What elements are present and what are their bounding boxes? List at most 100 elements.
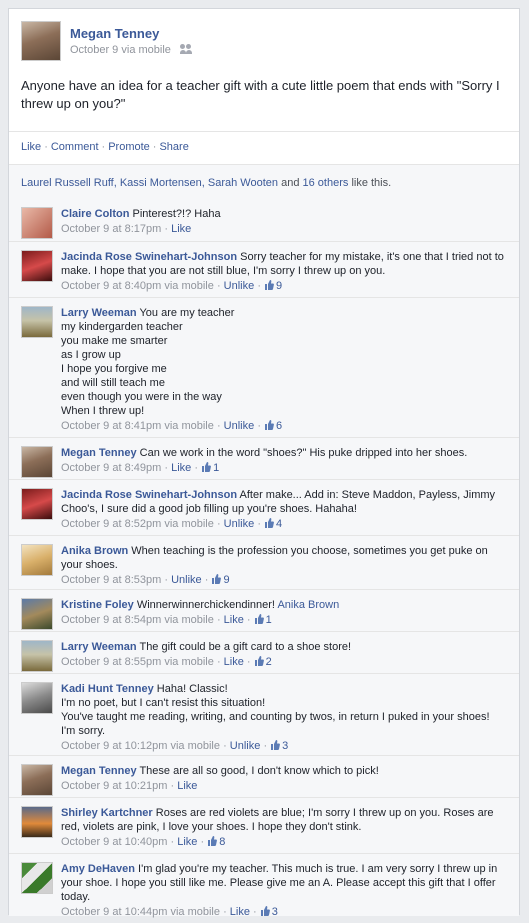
comment-time[interactable]: October 9 at 8:52pm xyxy=(61,518,161,530)
commenter-name[interactable]: Amy DeHaven xyxy=(61,863,135,875)
comment-time[interactable]: October 9 at 8:53pm xyxy=(61,574,161,586)
comment-text: Amy DeHaven I'm glad you're my teacher. … xyxy=(61,862,509,904)
separator: · xyxy=(101,141,106,153)
comment-time[interactable]: October 9 at 8:55pm xyxy=(61,656,161,668)
like-count: 9 xyxy=(276,280,283,292)
comment-like-count[interactable]: 1 xyxy=(254,614,272,626)
commenter-avatar[interactable] xyxy=(21,306,53,338)
comment-time[interactable]: October 9 at 8:54pm xyxy=(61,614,161,626)
post-date[interactable]: October 9 xyxy=(70,44,118,56)
comment-meta: October 9 at 10:44pm via mobile · Like ·… xyxy=(61,905,509,919)
comment-like-button[interactable]: Unlike xyxy=(171,574,202,586)
comment-via: via mobile xyxy=(164,614,214,626)
comment-body: Larry Weeman The gift could be a gift ca… xyxy=(61,640,509,669)
comment-like-button[interactable]: Like xyxy=(224,656,244,668)
commenter-avatar[interactable] xyxy=(21,640,53,672)
comment-like-count[interactable]: 2 xyxy=(254,656,272,668)
comment-like-count[interactable]: 1 xyxy=(201,462,219,474)
comment-content: Can we work in the word "shoes?" His puk… xyxy=(139,447,468,459)
comment-meta: October 9 at 8:54pm via mobile · Like · … xyxy=(61,613,509,627)
post-meta: October 9 via mobile xyxy=(70,44,192,56)
comment-text: Megan Tenney These are all so good, I do… xyxy=(61,764,509,778)
comment-time[interactable]: October 9 at 8:40pm xyxy=(61,280,161,292)
share-action[interactable]: Share xyxy=(159,141,188,153)
commenter-avatar[interactable] xyxy=(21,446,53,478)
commenter-avatar[interactable] xyxy=(21,488,53,520)
comment-time[interactable]: October 9 at 10:44pm xyxy=(61,906,167,918)
separator: · xyxy=(246,614,251,626)
comment-like-button[interactable]: Like xyxy=(230,906,250,918)
comment-like-button[interactable]: Unlike xyxy=(224,420,255,432)
commenter-name[interactable]: Kadi Hunt Tenney xyxy=(61,683,154,695)
commenter-name[interactable]: Shirley Kartchner xyxy=(61,807,153,819)
comment-text: Shirley Kartchner Roses are red violets … xyxy=(61,806,509,834)
likes-and: and xyxy=(281,177,300,189)
comment-time[interactable]: October 9 at 10:12pm xyxy=(61,740,167,752)
like-action[interactable]: Like xyxy=(21,141,41,153)
comment-time[interactable]: October 9 at 10:40pm xyxy=(61,836,167,848)
separator: · xyxy=(216,420,221,432)
separator: · xyxy=(164,574,169,586)
comment-time[interactable]: October 9 at 10:21pm xyxy=(61,780,167,792)
thumb-up-icon xyxy=(265,518,274,528)
comment-list: Claire Colton Pinterest?!? Haha October 9… xyxy=(9,199,519,919)
commenter-avatar[interactable] xyxy=(21,764,53,796)
commenter-name[interactable]: Jacinda Rose Swinehart-Johnson xyxy=(61,251,237,263)
like-count: 3 xyxy=(282,740,289,752)
commenter-name[interactable]: Kristine Foley xyxy=(61,599,134,611)
comment-content: The gift could be a gift card to a shoe … xyxy=(139,641,352,653)
commenter-avatar[interactable] xyxy=(21,806,53,838)
comment-like-button[interactable]: Like xyxy=(177,780,197,792)
comment-text: Jacinda Rose Swinehart-Johnson After mak… xyxy=(61,488,509,516)
commenter-name[interactable]: Jacinda Rose Swinehart-Johnson xyxy=(61,489,237,501)
comment-like-count[interactable]: 9 xyxy=(264,280,282,292)
thumb-up-icon xyxy=(254,614,264,624)
likes-others-link[interactable]: 16 others xyxy=(303,177,349,189)
mention-link[interactable]: Anika Brown xyxy=(277,599,339,611)
comment-like-count[interactable]: 3 xyxy=(260,906,278,918)
commenter-avatar[interactable] xyxy=(21,207,53,239)
comment-like-button[interactable]: Like xyxy=(171,223,191,235)
commenter-avatar[interactable] xyxy=(21,250,53,282)
commenter-name[interactable]: Claire Colton xyxy=(61,208,129,220)
comment-action[interactable]: Comment xyxy=(51,141,99,153)
commenter-name[interactable]: Megan Tenney xyxy=(61,765,137,777)
separator: · xyxy=(164,462,169,474)
comment-like-count[interactable]: 8 xyxy=(207,836,225,848)
comment-like-button[interactable]: Like xyxy=(177,836,197,848)
promote-action[interactable]: Promote xyxy=(108,141,150,153)
post-header: Megan Tenney October 9 via mobile xyxy=(9,9,519,64)
commenter-name[interactable]: Megan Tenney xyxy=(61,447,137,459)
commenter-avatar[interactable] xyxy=(21,598,53,630)
comment-time[interactable]: October 9 at 8:49pm xyxy=(61,462,161,474)
comment-like-button[interactable]: Unlike xyxy=(230,740,261,752)
comment-meta: October 9 at 8:53pm · Unlike · 9 xyxy=(61,573,509,587)
comment-body: Amy DeHaven I'm glad you're my teacher. … xyxy=(61,862,509,919)
comment-like-button[interactable]: Unlike xyxy=(224,280,255,292)
commenter-name[interactable]: Larry Weeman xyxy=(61,307,137,319)
commenter-name[interactable]: Larry Weeman xyxy=(61,641,137,653)
comment-body: Megan Tenney Can we work in the word "sh… xyxy=(61,446,509,475)
people-icon[interactable] xyxy=(179,44,192,54)
commenter-avatar[interactable] xyxy=(21,862,53,894)
comment-text: Jacinda Rose Swinehart-Johnson Sorry tea… xyxy=(61,250,509,278)
likers-names[interactable]: Laurel Russell Ruff, Kassi Mortensen, Sa… xyxy=(21,177,278,189)
comment-like-button[interactable]: Unlike xyxy=(224,518,255,530)
comment-like-count[interactable]: 6 xyxy=(264,420,282,432)
commenter-avatar[interactable] xyxy=(21,682,53,714)
comment-like-count[interactable]: 9 xyxy=(211,574,230,586)
like-count: 1 xyxy=(265,614,272,626)
comment-body: Jacinda Rose Swinehart-Johnson After mak… xyxy=(61,488,509,531)
like-count: 2 xyxy=(265,656,272,668)
comment-like-button[interactable]: Like xyxy=(171,462,191,474)
author-avatar[interactable] xyxy=(21,21,61,61)
comment-like-count[interactable]: 4 xyxy=(264,518,282,530)
comment-time[interactable]: October 9 at 8:41pm xyxy=(61,420,161,432)
like-count: 6 xyxy=(276,420,283,432)
comment-like-count[interactable]: 3 xyxy=(270,740,288,752)
comment-like-button[interactable]: Like xyxy=(224,614,244,626)
comment-time[interactable]: October 9 at 8:17pm xyxy=(61,223,161,235)
commenter-name[interactable]: Anika Brown xyxy=(61,545,128,557)
commenter-avatar[interactable] xyxy=(21,544,53,576)
post-author[interactable]: Megan Tenney xyxy=(70,26,159,41)
